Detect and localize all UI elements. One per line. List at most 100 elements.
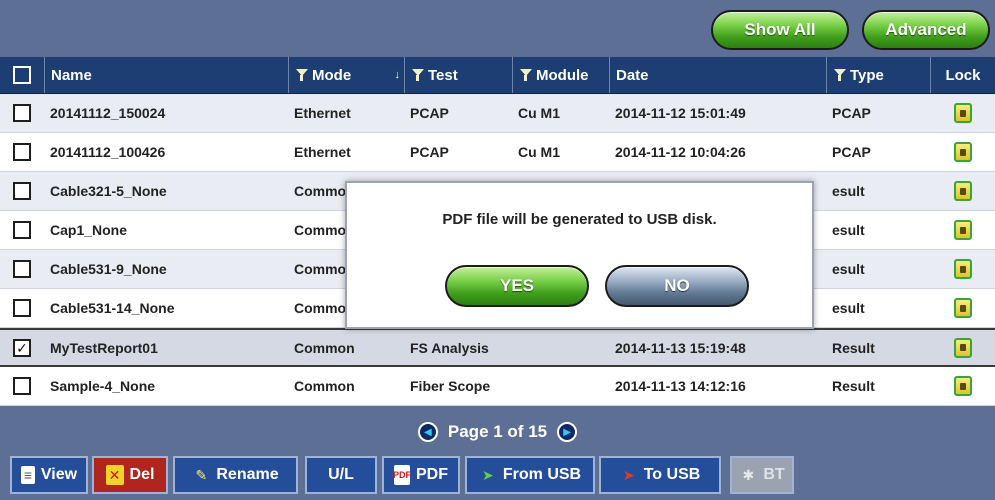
row-select-cell[interactable] — [0, 289, 44, 327]
row-test: Fiber Scope — [410, 378, 491, 394]
row-select-cell[interactable] — [0, 367, 44, 405]
bottom-toolbar: ◀ Page 1 of 15 ▶ ≡ View ✕ Del ✎ Rename U… — [0, 406, 995, 500]
column-header-mode[interactable]: Mode ↓ — [288, 57, 404, 93]
pager: ◀ Page 1 of 15 ▶ — [0, 422, 995, 442]
from-usb-button[interactable]: ➤ From USB — [465, 456, 595, 494]
row-test: PCAP — [410, 144, 449, 160]
filter-icon[interactable] — [411, 68, 425, 82]
lock-icon[interactable] — [953, 337, 972, 358]
column-test-label: Test — [428, 66, 458, 84]
view-label: View — [40, 466, 78, 483]
row-select-cell[interactable] — [0, 172, 44, 210]
row-type: PCAP — [832, 105, 871, 121]
row-name: Cap1_None — [50, 222, 128, 238]
row-lock-cell[interactable] — [930, 289, 995, 327]
row-lock-cell[interactable] — [930, 172, 995, 210]
rename-button[interactable]: ✎ Rename — [173, 456, 298, 494]
column-header-lock[interactable]: Lock — [930, 57, 995, 93]
row-select-cell[interactable] — [0, 133, 44, 171]
table-row[interactable]: Sample-4_None Common Fiber Scope 2014-11… — [0, 367, 995, 406]
row-mode: Ethernet — [294, 105, 351, 121]
bluetooth-button[interactable]: ✱ BT — [730, 456, 794, 494]
pdf-icon: PDF — [393, 465, 411, 485]
bluetooth-icon: ✱ — [742, 466, 755, 483]
lock-icon[interactable] — [953, 259, 972, 279]
no-button[interactable]: NO — [605, 265, 749, 307]
previous-page-icon[interactable]: ◀ — [417, 422, 438, 442]
column-date-label: Date — [616, 66, 649, 84]
column-type-label: Type — [850, 66, 884, 84]
rename-label: Rename — [216, 466, 279, 483]
next-page-icon[interactable]: ▶ — [557, 422, 578, 442]
row-lock-cell[interactable] — [930, 250, 995, 288]
lock-icon[interactable] — [953, 142, 972, 162]
row-type: esult — [832, 261, 865, 277]
filter-icon[interactable] — [833, 68, 847, 82]
row-select-cell[interactable]: ✓ — [0, 330, 44, 365]
row-checkbox[interactable] — [13, 104, 31, 122]
row-date: 2014-11-12 10:04:26 — [615, 144, 746, 160]
from-usb-label: From USB — [502, 466, 582, 483]
document-icon: ≡ — [20, 466, 35, 484]
column-header-date[interactable]: Date — [609, 57, 826, 93]
filter-icon[interactable] — [519, 68, 533, 82]
filter-icon[interactable] — [295, 68, 309, 82]
lock-icon[interactable] — [953, 298, 972, 318]
row-checkbox[interactable] — [13, 377, 31, 395]
column-header-module[interactable]: Module — [512, 57, 609, 93]
select-all-checkbox[interactable] — [13, 66, 31, 84]
table-row[interactable]: 20141112_150024 Ethernet PCAP Cu M1 2014… — [0, 94, 995, 133]
pdf-button[interactable]: PDF PDF — [382, 456, 460, 494]
row-select-cell[interactable] — [0, 250, 44, 288]
row-checkbox[interactable] — [13, 143, 31, 161]
table-header: Name Mode ↓ Test Module Date Type Lock — [0, 57, 995, 94]
row-module: Cu M1 — [518, 105, 560, 121]
row-module: Cu M1 — [518, 144, 560, 160]
delete-button[interactable]: ✕ Del — [92, 456, 168, 494]
dialog-message: PDF file will be generated to USB disk. — [442, 211, 717, 228]
advanced-button[interactable]: Advanced — [862, 10, 990, 50]
lock-icon[interactable] — [953, 181, 972, 201]
sort-down-icon: ↓ — [394, 69, 401, 81]
row-checkbox[interactable] — [13, 182, 31, 200]
row-lock-cell[interactable] — [930, 367, 995, 405]
row-select-cell[interactable] — [0, 94, 44, 132]
delete-icon: ✕ — [105, 465, 124, 485]
lock-icon[interactable] — [953, 220, 972, 240]
row-checkbox[interactable] — [13, 221, 31, 239]
column-header-test[interactable]: Test — [404, 57, 512, 93]
row-lock-cell[interactable] — [930, 94, 995, 132]
column-header-type[interactable]: Type — [826, 57, 930, 93]
row-lock-cell[interactable] — [930, 211, 995, 249]
row-lock-cell[interactable] — [930, 133, 995, 171]
row-date: 2014-11-12 15:01:49 — [615, 105, 746, 121]
row-name: Cable531-14_None — [50, 300, 175, 316]
view-button[interactable]: ≡ View — [10, 456, 88, 494]
table-row[interactable]: 20141112_100426 Ethernet PCAP Cu M1 2014… — [0, 133, 995, 172]
select-all-cell[interactable] — [0, 57, 44, 93]
row-test: FS Analysis — [410, 339, 489, 356]
row-type: esult — [832, 222, 865, 238]
show-all-button[interactable]: Show All — [711, 10, 849, 50]
row-lock-cell[interactable] — [930, 330, 995, 365]
row-select-cell[interactable] — [0, 211, 44, 249]
row-name: 20141112_150024 — [50, 105, 166, 121]
row-name: MyTestReport01 — [50, 339, 158, 356]
lock-icon[interactable] — [953, 103, 972, 123]
lock-icon[interactable] — [953, 376, 972, 396]
row-checkbox[interactable] — [13, 260, 31, 278]
table-row-selected[interactable]: ✓ MyTestReport01 Common FS Analysis 2014… — [0, 328, 995, 367]
row-checkbox-checked[interactable]: ✓ — [13, 338, 31, 357]
usb-out-icon: ➤ — [622, 466, 635, 483]
upload-button[interactable]: U/L — [305, 456, 377, 494]
column-mode-label: Mode — [312, 66, 352, 84]
row-checkbox[interactable] — [13, 299, 31, 317]
bluetooth-label: BT — [763, 466, 785, 483]
top-toolbar: Show All Advanced — [0, 0, 995, 57]
column-header-name[interactable]: Name — [44, 57, 288, 93]
yes-button[interactable]: YES — [445, 265, 589, 307]
delete-label: Del — [129, 466, 155, 483]
row-mode: Common — [294, 339, 355, 356]
to-usb-button[interactable]: ➤ To USB — [599, 456, 721, 494]
row-name: 20141112_100426 — [50, 144, 166, 160]
